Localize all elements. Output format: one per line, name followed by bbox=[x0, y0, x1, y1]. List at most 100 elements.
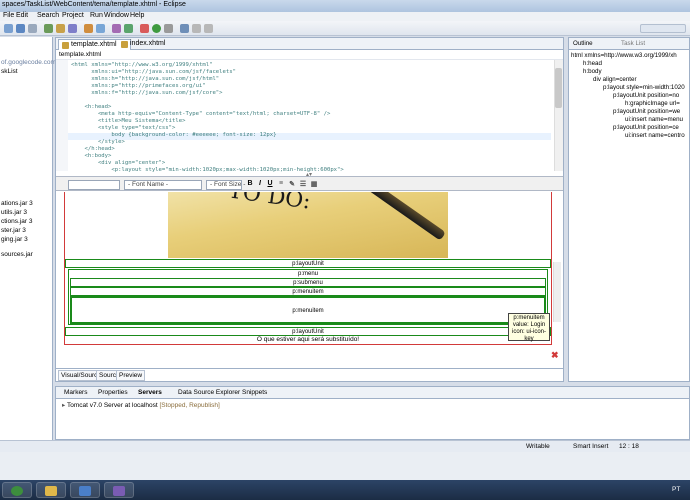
tab-properties[interactable]: Properties bbox=[98, 389, 128, 396]
external-tools-icon[interactable] bbox=[164, 24, 173, 33]
menu-file[interactable]: File bbox=[3, 12, 14, 19]
outline-node[interactable]: html xmlns=http://www.w3.org/1999/xh bbox=[571, 52, 677, 59]
forward-icon[interactable] bbox=[204, 24, 213, 33]
tab-servers[interactable]: Servers bbox=[138, 389, 162, 396]
visual-design-view[interactable]: TO DO: p:layoutUnit p:menu p:submenu p:m… bbox=[56, 192, 563, 368]
tab-markers[interactable]: Markers bbox=[64, 389, 87, 396]
font-name-select[interactable]: - Font Name - bbox=[124, 180, 202, 190]
servers-panel: Markers Properties Servers Data Source E… bbox=[55, 386, 690, 440]
list-icon[interactable]: ☰ bbox=[299, 180, 307, 188]
browser-icon bbox=[79, 486, 91, 496]
list-item[interactable]: sources.jar bbox=[1, 251, 33, 258]
status-bar: Writable Smart Insert 12 : 18 bbox=[0, 440, 690, 452]
web-icon[interactable] bbox=[96, 24, 105, 33]
underline-button[interactable]: U bbox=[266, 180, 274, 187]
server-row[interactable]: ▸ Tomcat v7.0 Server at localhost [Stopp… bbox=[62, 401, 220, 409]
bold-button[interactable]: B bbox=[246, 180, 254, 187]
server-name: Tomcat v7.0 Server at localhost bbox=[66, 402, 158, 409]
paragraph-style-select[interactable] bbox=[68, 180, 120, 190]
code-line: <html xmlns="http://www.w3.org/1999/xhtm… bbox=[71, 62, 213, 68]
breadcrumb[interactable]: template.xhtml bbox=[56, 50, 563, 60]
outline-node[interactable]: h:graphicImage url= bbox=[625, 100, 680, 107]
code-line: </h:head> bbox=[71, 146, 115, 152]
list-item[interactable]: ations.jar 3 bbox=[1, 200, 33, 207]
component-tooltip: p:menuitem value: Login icon: ui-icon-ke… bbox=[508, 313, 550, 342]
desktop-area bbox=[0, 452, 690, 480]
menuitem-component[interactable]: p:menuitem bbox=[70, 287, 546, 296]
outline-node[interactable]: ui:insert name=menu bbox=[625, 116, 683, 123]
list-item[interactable]: ster.jar 3 bbox=[1, 227, 26, 234]
list-item[interactable]: ctions.jar 3 bbox=[1, 218, 32, 225]
back-icon[interactable] bbox=[192, 24, 201, 33]
list-item[interactable]: of.googlecode.com bbox=[1, 59, 56, 66]
outline-node[interactable]: p:layout style=min-width:1020 bbox=[603, 84, 685, 91]
pallet-icon[interactable] bbox=[112, 24, 121, 33]
tab-preview[interactable]: Preview bbox=[116, 370, 146, 381]
table-icon[interactable]: ▦ bbox=[310, 180, 318, 188]
outline-node[interactable]: div align=center bbox=[593, 76, 637, 83]
taskbar-app[interactable] bbox=[36, 482, 66, 498]
menu-window[interactable]: Window bbox=[104, 12, 129, 19]
tab-index-xhtml[interactable]: index.xhtml bbox=[118, 39, 169, 50]
outline-node[interactable]: h:body bbox=[583, 68, 602, 75]
tab-snippets[interactable]: Snippets bbox=[242, 389, 267, 396]
submenu-component[interactable]: p:submenu bbox=[70, 278, 546, 287]
list-item[interactable]: utils.jar 3 bbox=[1, 209, 27, 216]
list-item[interactable]: skList bbox=[1, 68, 18, 75]
cursor-position: 12 : 18 bbox=[619, 443, 639, 450]
menu-search[interactable]: Search bbox=[37, 12, 59, 19]
new-icon[interactable] bbox=[4, 24, 13, 33]
tab-task-list[interactable]: Task List bbox=[621, 40, 645, 47]
outline-node[interactable]: ui:insert name=centro bbox=[625, 132, 685, 139]
taskbar-app[interactable] bbox=[70, 482, 100, 498]
scrollbar-thumb[interactable] bbox=[555, 68, 562, 108]
line-gutter bbox=[56, 60, 68, 171]
open-type-icon[interactable] bbox=[180, 24, 189, 33]
layout-unit-north[interactable]: p:layoutUnit bbox=[65, 259, 551, 268]
menu-project[interactable]: Project bbox=[62, 12, 84, 19]
source-code-view[interactable]: <html xmlns="http://www.w3.org/1999/xhtm… bbox=[56, 60, 563, 173]
list-item[interactable]: ging.jar 3 bbox=[1, 236, 28, 243]
search-icon[interactable] bbox=[84, 24, 93, 33]
language-indicator[interactable]: PT bbox=[672, 486, 680, 493]
start-button[interactable] bbox=[2, 482, 32, 498]
outline-node[interactable]: p:layoutUnit position=ce bbox=[613, 124, 679, 131]
tooltip-line: value: Login bbox=[512, 322, 546, 328]
font-size-select[interactable]: - Font Size - bbox=[206, 180, 245, 190]
code-line: <meta http-equiv="Content-Type" content=… bbox=[71, 111, 331, 117]
menu-bar: File Edit Search Project Run Window Help bbox=[0, 12, 690, 21]
tab-data-source-explorer[interactable]: Data Source Explorer bbox=[178, 389, 240, 396]
class-icon[interactable] bbox=[68, 24, 77, 33]
save-icon[interactable] bbox=[16, 24, 25, 33]
code-scrollbar[interactable] bbox=[554, 60, 563, 171]
pen-icon[interactable]: ✎ bbox=[288, 180, 296, 188]
debug-icon[interactable] bbox=[140, 24, 149, 33]
print-icon[interactable] bbox=[28, 24, 37, 33]
menu-help[interactable]: Help bbox=[130, 12, 144, 19]
xhtml-file-icon bbox=[62, 42, 69, 49]
server-icon[interactable] bbox=[44, 24, 53, 33]
layout-unit-center[interactable]: p:layoutUnit bbox=[65, 327, 551, 336]
expand-icon[interactable]: ▸ bbox=[62, 402, 65, 409]
placeholder-text[interactable]: O que estiver aqui será substituído! bbox=[65, 336, 551, 343]
package-icon[interactable] bbox=[56, 24, 65, 33]
window-title: spaces/TaskList/WebContent/tema/template… bbox=[2, 1, 186, 8]
tab-outline[interactable]: Outline bbox=[573, 40, 593, 47]
menu-edit[interactable]: Edit bbox=[16, 12, 28, 19]
menu-run[interactable]: Run bbox=[90, 12, 103, 19]
run-icon[interactable] bbox=[152, 24, 161, 33]
database-icon[interactable] bbox=[124, 24, 133, 33]
menuitem-component-selected[interactable]: p:menuitem bbox=[70, 296, 546, 324]
pen-image bbox=[350, 192, 446, 241]
perspective-switcher[interactable] bbox=[640, 24, 686, 33]
editor-tabs: template.xhtml × index.xhtml bbox=[56, 38, 563, 50]
italic-button[interactable]: I bbox=[256, 180, 264, 187]
design-scrollbar[interactable] bbox=[553, 262, 561, 322]
outline-node[interactable]: p:layoutUnit position=no bbox=[613, 92, 679, 99]
package-explorer: of.googlecode.com skList ations.jar 3 ut… bbox=[0, 37, 56, 440]
outline-node[interactable]: h:head bbox=[583, 60, 602, 67]
outline-node[interactable]: p:layoutUnit position=we bbox=[613, 108, 680, 115]
align-icon[interactable]: ≡ bbox=[277, 180, 285, 187]
panel-tabs: Markers Properties Servers Data Source E… bbox=[56, 387, 689, 399]
taskbar-app[interactable] bbox=[104, 482, 134, 498]
